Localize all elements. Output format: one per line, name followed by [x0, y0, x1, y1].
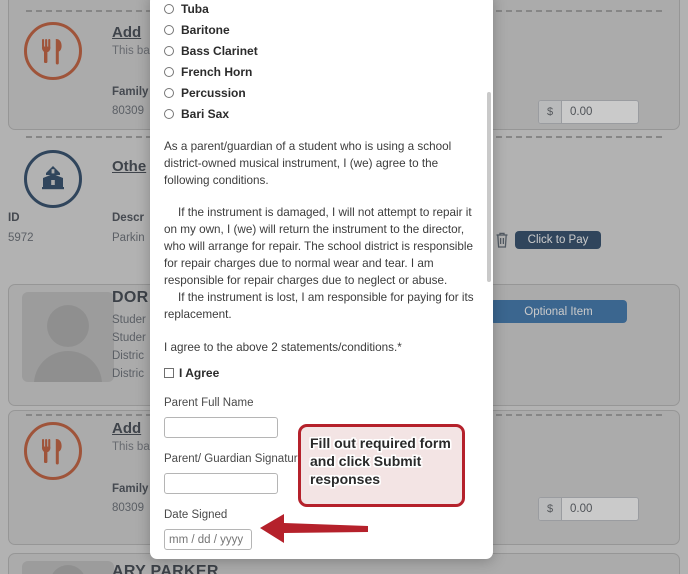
row-1-field-value: 80309: [112, 105, 144, 117]
row-3-detail-4: Distric: [112, 368, 144, 380]
amount-value[interactable]: 0.00: [562, 101, 638, 123]
row-4-field-label: Family: [112, 483, 149, 495]
instrument-option-label: French Horn: [181, 65, 253, 79]
row-3-detail-2: Studer: [112, 332, 146, 344]
row-4-field-value: 80309: [112, 502, 144, 514]
optional-item-button[interactable]: Optional Item: [490, 300, 627, 323]
row-4-subtitle: This ba: [112, 441, 150, 453]
instruction-callout-text: Fill out required form and click Submit …: [310, 435, 451, 487]
fork-knife-icon: [24, 22, 82, 80]
avatar: [22, 561, 114, 574]
instrument-option-baritone[interactable]: Baritone: [164, 20, 479, 40]
intro-paragraph: As a parent/guardian of a student who is…: [164, 140, 452, 187]
instrument-option-label: Tuba: [181, 2, 209, 16]
instrument-option-percussion[interactable]: Percussion: [164, 83, 479, 103]
row-1-title[interactable]: Add: [112, 24, 141, 41]
instrument-option-label: Bass Clarinet: [181, 44, 258, 58]
row-2-id-label: ID: [8, 212, 20, 224]
currency-prefix: $: [539, 498, 562, 520]
row-3-student-name: DOR: [112, 289, 149, 306]
click-to-pay-button[interactable]: Click to Pay: [515, 231, 601, 249]
row-2-desc-label: Descr: [112, 212, 144, 224]
instrument-radio-group[interactable]: Tuba Baritone Bass Clarinet French Horn Perc…: [164, 0, 479, 124]
row-1-amount-input[interactable]: $ 0.00: [538, 100, 639, 124]
date-signed-input[interactable]: [164, 529, 252, 550]
instrument-option-bass-clarinet[interactable]: Bass Clarinet: [164, 41, 479, 61]
amount-value[interactable]: 0.00: [562, 498, 638, 520]
instrument-option-label: Percussion: [181, 86, 246, 100]
radio-button-icon[interactable]: [164, 88, 174, 98]
radio-button-icon[interactable]: [164, 25, 174, 35]
modal-scrollbar-thumb[interactable]: [487, 92, 491, 282]
radio-button-icon[interactable]: [164, 109, 174, 119]
instrument-option-french-horn[interactable]: French Horn: [164, 62, 479, 82]
parent-full-name-input[interactable]: [164, 417, 278, 438]
instrument-option-label: Baritone: [181, 23, 230, 37]
parent-guardian-signature-input[interactable]: [164, 473, 278, 494]
instruction-callout: Fill out required form and click Submit …: [298, 424, 465, 507]
row-2-id-value: 5972: [8, 232, 34, 244]
row-1-field-label: Family: [112, 86, 149, 98]
radio-button-icon[interactable]: [164, 4, 174, 14]
date-signed-label: Date Signed: [164, 509, 228, 521]
radio-button-icon[interactable]: [164, 46, 174, 56]
instrument-option-tuba[interactable]: Tuba: [164, 0, 479, 19]
modal-scrollbar[interactable]: [487, 0, 492, 559]
fork-knife-icon: [24, 422, 82, 480]
instrument-option-label: Bari Sax: [181, 107, 230, 121]
condition-paragraph-1: If the instrument is damaged, I will not…: [164, 206, 473, 287]
row-3-detail-1: Studer: [112, 314, 146, 326]
trash-icon[interactable]: [494, 231, 510, 249]
school-building-icon: [24, 150, 82, 208]
instrument-option-bari-sax[interactable]: Bari Sax: [164, 104, 479, 124]
agree-checkbox-row[interactable]: I Agree: [164, 366, 479, 380]
row-4-amount-input[interactable]: $ 0.00: [538, 497, 639, 521]
row-2-desc-value: Parkin: [112, 232, 145, 244]
row-2-title[interactable]: Othe: [112, 158, 146, 175]
currency-prefix: $: [539, 101, 562, 123]
agree-checkbox[interactable]: [164, 368, 174, 378]
row-4-title[interactable]: Add: [112, 420, 141, 437]
row-1-subtitle: This ba: [112, 45, 150, 57]
radio-button-icon[interactable]: [164, 67, 174, 77]
condition-paragraph-2: If the instrument is lost, I am responsi…: [164, 291, 474, 321]
agree-checkbox-label: I Agree: [179, 366, 220, 380]
parent-name-label: Parent Full Name: [164, 397, 254, 409]
row-3-detail-3: Distric: [112, 350, 144, 362]
agree-question-label: I agree to the above 2 statements/condit…: [164, 341, 402, 354]
row-5-student-name: ARY PARKER: [112, 563, 219, 574]
avatar: [22, 292, 114, 382]
